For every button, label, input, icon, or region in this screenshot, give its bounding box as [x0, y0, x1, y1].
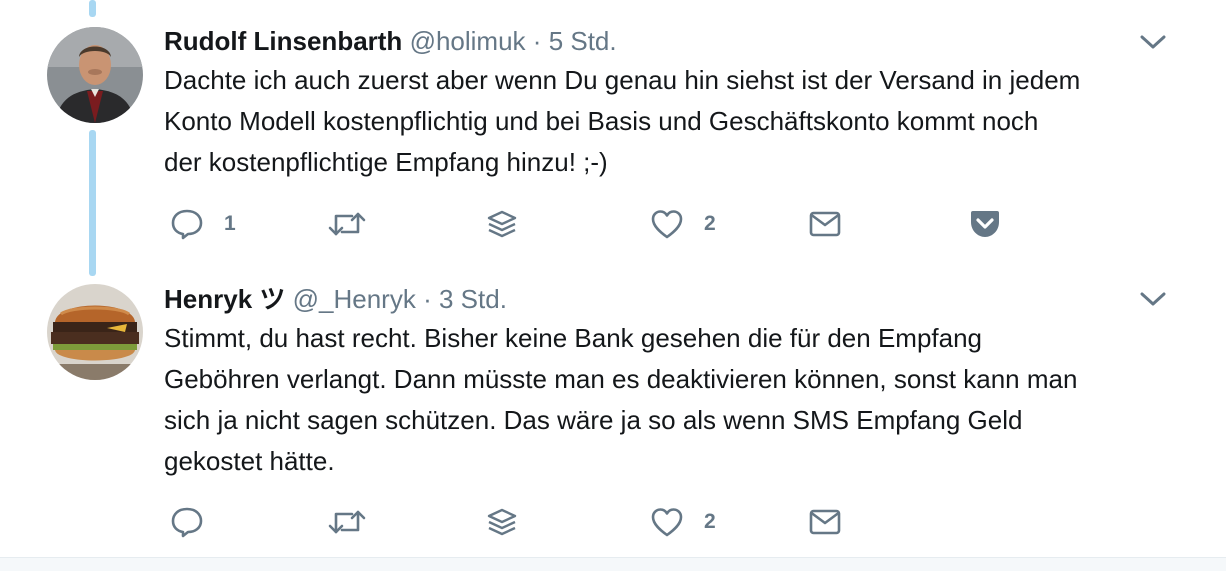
tweet-text-line: sich ja nicht sagen schützen. Das wäre j…	[164, 405, 1023, 435]
like-button[interactable]: 2	[650, 502, 716, 542]
tweet-text: Stimmt, du hast recht. Bisher keine Bank…	[164, 318, 1174, 482]
chevron-down-icon	[1140, 35, 1166, 49]
direct-message-button[interactable]	[808, 502, 842, 542]
reply-icon	[171, 507, 203, 538]
like-button[interactable]: 2	[650, 204, 716, 244]
chevron-down-icon	[1140, 292, 1166, 306]
add-to-moment-button[interactable]	[486, 502, 518, 542]
tweet-text-line: Dachte ich auch zuerst aber wenn Du gena…	[164, 65, 1081, 95]
author-handle[interactable]: @_Henryk	[293, 284, 416, 314]
tweet-actions: 2	[164, 502, 1064, 542]
retweet-button[interactable]	[328, 502, 366, 542]
tweet-1[interactable]: Rudolf Linsenbarth @holimuk · 5 Std. Dac…	[0, 0, 1226, 270]
avatar-photo-man	[47, 27, 143, 123]
avatar[interactable]	[47, 284, 143, 380]
tweet-actions: 1 2	[164, 204, 1064, 244]
tweet-text-line: der kostenpflichtige Empfang hinzu! ;-)	[164, 147, 608, 177]
avatar-photo-burger	[47, 284, 143, 380]
mail-icon	[809, 211, 841, 237]
author-handle[interactable]: @holimuk	[410, 26, 526, 56]
separator-dot: ·	[423, 284, 432, 314]
reply-button[interactable]: 1	[170, 204, 236, 244]
author-name[interactable]: Rudolf Linsenbarth	[164, 26, 402, 56]
reply-count: 1	[224, 212, 236, 235]
tweet-text-line: gekostet hätte.	[164, 446, 335, 476]
retweet-icon	[328, 510, 366, 534]
reply-button[interactable]	[170, 502, 224, 542]
timestamp[interactable]: 5 Std.	[549, 26, 617, 56]
save-to-pocket-button[interactable]	[968, 204, 1002, 244]
retweet-icon	[328, 212, 366, 236]
timeline-separator	[0, 557, 1226, 571]
tweet-header: Rudolf Linsenbarth @holimuk · 5 Std.	[164, 24, 617, 58]
timestamp[interactable]: 3 Std.	[439, 284, 507, 314]
reply-icon	[171, 209, 203, 240]
tweet-text: Dachte ich auch zuerst aber wenn Du gena…	[164, 60, 1174, 183]
mail-icon	[809, 509, 841, 535]
tweet-header: Henryk ツ @_Henryk · 3 Std.	[164, 282, 507, 316]
tweet-text-line: Geböhren verlangt. Dann müsste man es de…	[164, 364, 1078, 394]
like-count: 2	[704, 212, 716, 235]
direct-message-button[interactable]	[808, 204, 842, 244]
like-count: 2	[704, 510, 716, 533]
more-options-button[interactable]	[1138, 30, 1168, 54]
add-to-moment-button[interactable]	[486, 204, 518, 244]
author-name[interactable]: Henryk ツ	[164, 284, 285, 314]
more-options-button[interactable]	[1138, 287, 1168, 311]
heart-icon	[651, 210, 683, 239]
separator-dot: ·	[532, 26, 542, 56]
layers-icon	[487, 508, 517, 536]
tweet-2[interactable]: Henryk ツ @_Henryk · 3 Std. Stimmt, du ha…	[0, 270, 1226, 557]
pocket-icon	[971, 211, 999, 237]
heart-icon	[651, 508, 683, 537]
tweet-text-line: Stimmt, du hast recht. Bisher keine Bank…	[164, 323, 983, 353]
layers-icon	[487, 210, 517, 238]
tweet-text-line: Konto Modell kostenpflichtig und bei Bas…	[164, 106, 1039, 136]
retweet-button[interactable]	[328, 204, 366, 244]
avatar[interactable]	[47, 27, 143, 123]
